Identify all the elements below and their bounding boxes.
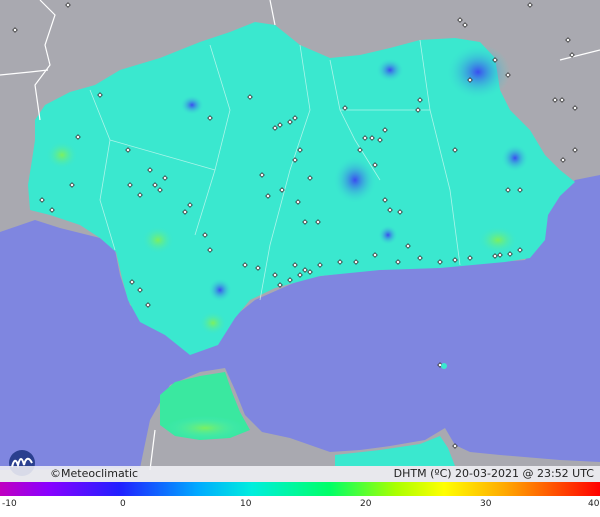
scale-tick-5: 30 — [480, 499, 492, 509]
cold-spot-west — [180, 95, 204, 115]
color-scale: -10 0 10 20 30 40 — [0, 482, 600, 517]
alboran-island — [441, 363, 447, 369]
cold-spot-jaen — [446, 44, 510, 100]
cold-spot-south — [208, 278, 232, 302]
color-ramp — [0, 482, 600, 496]
warm-spot-ceuta — [165, 416, 245, 440]
scale-tick-3: 10 — [240, 499, 252, 509]
unit-label: (ºC) — [430, 467, 452, 480]
scale-tick-2: 0 — [120, 499, 126, 509]
variable-label: DHTM — [393, 467, 427, 480]
scale-tick-6: 40 — [588, 499, 600, 509]
cold-spot-sierra — [378, 225, 398, 245]
brand-label: ©Meteoclimatic — [50, 467, 138, 480]
warm-spot-almeria — [478, 226, 518, 254]
scale-tick-4: 20 — [360, 499, 372, 509]
cold-spot-north — [376, 58, 404, 82]
date-label: 20-03-2021 — [455, 467, 519, 480]
map-footer: ©Meteoclimatic DHTM (ºC) 20-03-2021 @ 23… — [0, 466, 600, 482]
scale-tick-1: -10 — [2, 499, 17, 509]
temperature-map — [0, 0, 600, 517]
map-caption: DHTM (ºC) 20-03-2021 @ 23:52 UTC — [394, 467, 594, 480]
warm-spot-huelva — [46, 141, 78, 169]
warm-spot-sevilla — [142, 226, 174, 254]
cold-spot-east — [501, 144, 529, 172]
brand-name: Meteoclimatic — [61, 467, 139, 480]
cold-spot-granada — [333, 156, 377, 204]
warm-spot-cadiz — [199, 311, 227, 335]
at-symbol: @ — [522, 467, 534, 480]
time-label: 23:52 UTC — [536, 467, 594, 480]
copyright-symbol: © — [50, 467, 61, 480]
